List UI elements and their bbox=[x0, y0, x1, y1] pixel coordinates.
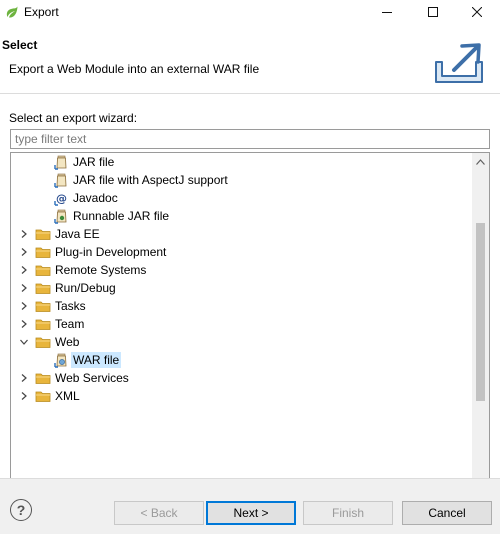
next-button[interactable]: Next > bbox=[206, 501, 296, 525]
chevron-right-icon[interactable] bbox=[19, 229, 29, 239]
page-title: Select bbox=[2, 38, 38, 52]
jar-file-icon bbox=[53, 172, 69, 188]
tree-item-label: Java EE bbox=[55, 227, 100, 241]
tree-item-label: WAR file bbox=[71, 352, 122, 368]
tree-item-label: JAR file bbox=[73, 155, 115, 169]
javadoc-icon: @ bbox=[53, 190, 69, 206]
maximize-icon bbox=[428, 7, 438, 17]
scrollbar-thumb[interactable] bbox=[476, 223, 485, 401]
chevron-right-icon[interactable] bbox=[19, 265, 29, 275]
war-file-icon bbox=[53, 352, 69, 368]
folder-icon bbox=[35, 244, 51, 260]
tree-item[interactable]: Tasks bbox=[11, 297, 467, 315]
export-icon bbox=[435, 43, 483, 83]
tree-item[interactable]: @ Javadoc bbox=[11, 189, 467, 207]
tree-item[interactable]: XML bbox=[11, 387, 467, 405]
wizard-tree[interactable]: JAR file JAR file with AspectJ support @ Ja… bbox=[10, 152, 490, 520]
filter-input[interactable] bbox=[10, 129, 490, 149]
folder-icon bbox=[35, 226, 51, 242]
tree-item[interactable]: Team bbox=[11, 315, 467, 333]
help-button[interactable]: ? bbox=[10, 499, 32, 521]
tree-item[interactable]: JAR file bbox=[11, 153, 467, 171]
tree-item-label: Plug-in Development bbox=[55, 245, 167, 259]
tree-item[interactable]: JAR file with AspectJ support bbox=[11, 171, 467, 189]
tree-item-label: Tasks bbox=[55, 299, 86, 313]
window-title: Export bbox=[24, 5, 59, 19]
cancel-button[interactable]: Cancel bbox=[402, 501, 492, 525]
chevron-right-icon[interactable] bbox=[19, 283, 29, 293]
close-button[interactable] bbox=[454, 0, 500, 24]
eclipse-spring-icon bbox=[6, 6, 18, 18]
chevron-right-icon[interactable] bbox=[19, 301, 29, 311]
svg-text:@: @ bbox=[56, 192, 67, 205]
chevron-up-icon bbox=[476, 158, 485, 165]
folder-icon bbox=[35, 388, 51, 404]
chevron-right-icon[interactable] bbox=[19, 247, 29, 257]
tree-item-label: Remote Systems bbox=[55, 263, 147, 277]
tree-item[interactable]: Runnable JAR file bbox=[11, 207, 467, 225]
finish-button[interactable]: Finish bbox=[303, 501, 393, 525]
chevron-right-icon[interactable] bbox=[19, 373, 29, 383]
tree-item[interactable]: Plug-in Development bbox=[11, 243, 467, 261]
chevron-right-icon[interactable] bbox=[19, 391, 29, 401]
folder-icon bbox=[35, 280, 51, 296]
minimize-icon bbox=[382, 12, 392, 13]
jar-file-icon bbox=[53, 154, 69, 170]
wizard-header: Select Export a Web Module into an exter… bbox=[0, 28, 500, 94]
title-bar: Export bbox=[0, 0, 500, 24]
tree-item[interactable]: Remote Systems bbox=[11, 261, 467, 279]
tree-item-label: Run/Debug bbox=[55, 281, 116, 295]
tree-item-label: Runnable JAR file bbox=[73, 209, 170, 223]
button-bar: ? < Back Next > Finish Cancel bbox=[0, 478, 500, 534]
minimize-button[interactable] bbox=[364, 0, 410, 24]
folder-icon bbox=[35, 334, 51, 350]
tree-item-label: Javadoc bbox=[73, 191, 118, 205]
folder-icon bbox=[35, 262, 51, 278]
folder-icon bbox=[35, 298, 51, 314]
page-description: Export a Web Module into an external WAR… bbox=[9, 62, 260, 76]
tree-item[interactable]: WAR file bbox=[11, 351, 467, 369]
runnable-jar-icon bbox=[53, 208, 69, 224]
tree-item-label: XML bbox=[55, 389, 80, 403]
tree-item[interactable]: Web Services bbox=[11, 369, 467, 387]
maximize-button[interactable] bbox=[410, 0, 456, 24]
scroll-up-button[interactable] bbox=[472, 153, 489, 170]
back-button[interactable]: < Back bbox=[114, 501, 204, 525]
vertical-scrollbar[interactable] bbox=[472, 153, 489, 519]
tree-item[interactable]: Web bbox=[11, 333, 467, 351]
wizard-label: Select an export wizard: bbox=[9, 111, 138, 125]
chevron-down-icon[interactable] bbox=[19, 337, 29, 347]
tree-item[interactable]: Run/Debug bbox=[11, 279, 467, 297]
tree-item-label: JAR file with AspectJ support bbox=[73, 173, 228, 187]
tree-item[interactable]: Java EE bbox=[11, 225, 467, 243]
close-icon bbox=[472, 7, 482, 17]
folder-icon bbox=[35, 316, 51, 332]
folder-icon bbox=[35, 370, 51, 386]
chevron-right-icon[interactable] bbox=[19, 319, 29, 329]
tree-item-label: Web Services bbox=[55, 371, 129, 385]
tree-item-label: Web bbox=[55, 335, 80, 349]
wizard-body: Select an export wizard: JAR fileJAR fil… bbox=[0, 95, 500, 520]
tree-item-label: Team bbox=[55, 317, 85, 331]
